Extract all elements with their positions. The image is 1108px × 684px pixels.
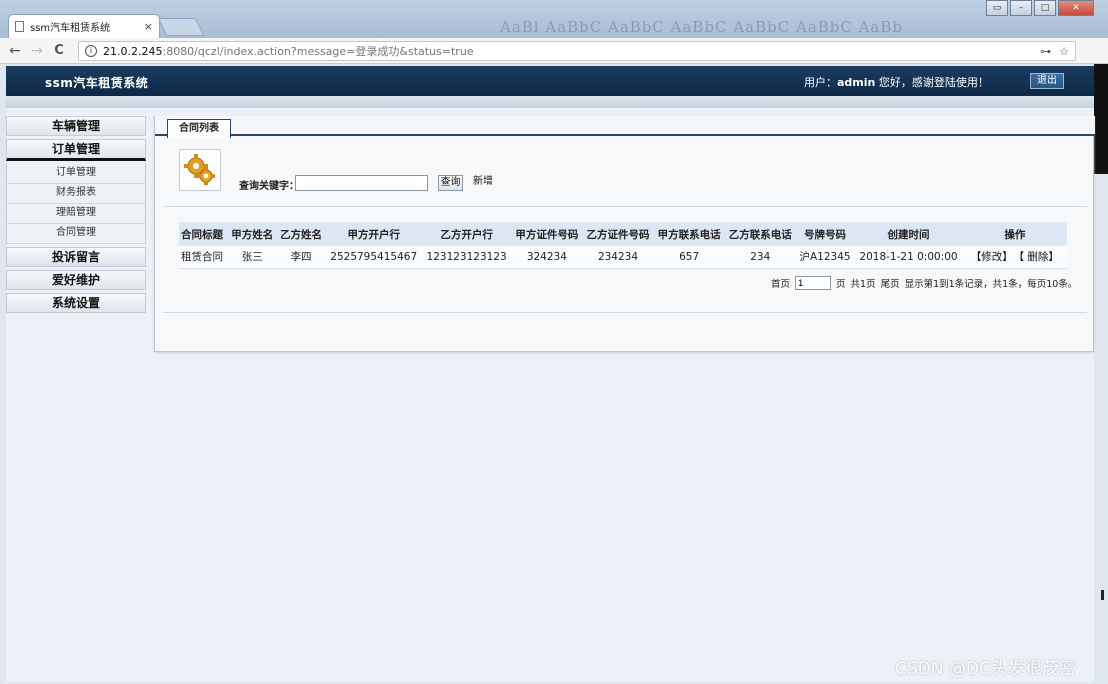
col-party-b-id: 乙方证件号码 (582, 222, 654, 246)
edit-link[interactable]: 【修改】 (971, 251, 1013, 263)
submenu-order-management[interactable]: 订单管理 (7, 164, 145, 184)
table-row: 租赁合同 张三 李四 2525795415467 123123123123 32… (179, 246, 1067, 269)
back-button[interactable]: ← (6, 43, 24, 59)
scrollbar-thumb[interactable] (1101, 590, 1104, 600)
panel-tabstrip: 合同列表 (155, 116, 1095, 138)
divider (163, 312, 1087, 313)
page-suffix: 页 (836, 279, 846, 290)
record-summary: 显示第1到1条记录，共1条，每页10条。 (904, 279, 1078, 290)
forward-button[interactable]: → (28, 43, 46, 59)
key-icon[interactable]: ⊶ (1040, 45, 1051, 58)
reload-button[interactable]: C (50, 43, 68, 58)
col-contract-title: 合同标题 (179, 222, 228, 246)
add-button[interactable]: 新增 (472, 175, 494, 191)
menu-system-settings[interactable]: 系统设置 (6, 293, 146, 313)
col-actions: 操作 (962, 222, 1067, 246)
contract-list-panel: 合同列表 查询关键字： 查询 新增 合同标题 甲方姓名 乙方姓名 甲方开户行 乙… (154, 116, 1095, 352)
menu-order-management[interactable]: 订单管理 (6, 139, 146, 161)
search-input[interactable] (295, 175, 428, 191)
cell-id-b: 234234 (582, 246, 654, 269)
col-party-b-phone: 乙方联系电话 (724, 222, 796, 246)
background-window-ribbon: AaBl AaBbC AaBbC AaBbC AaBbC AaBbC AaBb (500, 18, 903, 36)
tab-title: ssm汽车租赁系统 (30, 23, 111, 34)
browser-tab[interactable]: ssm汽车租赁系统 × (8, 14, 160, 38)
url-path: :8080/qczl/index.action?message=登录成功&sta… (162, 45, 474, 58)
table-header-row: 合同标题 甲方姓名 乙方姓名 甲方开户行 乙方开户行 甲方证件号码 乙方证件号码… (179, 222, 1067, 246)
col-party-a-phone: 甲方联系电话 (653, 222, 725, 246)
welcome-text: 您好，感谢登陆使用！ (875, 76, 989, 89)
close-window-icon[interactable]: ✕ (1058, 0, 1094, 16)
col-party-a-name: 甲方姓名 (227, 222, 277, 246)
cell-created: 2018-1-21 0:00:00 (854, 246, 963, 269)
settings-gear-icon (179, 149, 221, 191)
restore-icon[interactable]: ▭ (986, 0, 1008, 16)
cell-phone-a: 657 (653, 246, 725, 269)
col-party-b-name: 乙方姓名 (276, 222, 326, 246)
header-strip (6, 96, 1094, 108)
submenu-financial-report[interactable]: 财务报表 (7, 184, 145, 204)
close-tab-icon[interactable]: × (144, 20, 153, 33)
submenu-contract-management[interactable]: 合同管理 (7, 224, 145, 244)
search-label: 查询关键字： (239, 181, 299, 192)
info-icon[interactable]: i (85, 45, 97, 57)
col-created-time: 创建时间 (854, 222, 963, 246)
menu-hobby-maintenance[interactable]: 爱好维护 (6, 270, 146, 290)
page-icon (15, 21, 24, 32)
pagination: 首页 页 共1页 尾页 显示第1到1条记录，共1条，每页10条。 (771, 276, 1077, 290)
minimize-icon[interactable]: – (1010, 0, 1032, 16)
menu-vehicle-management[interactable]: 车辆管理 (6, 116, 146, 136)
window-edge (1094, 64, 1108, 174)
divider (163, 206, 1087, 207)
tab-contract-list[interactable]: 合同列表 (167, 119, 231, 138)
cell-plate: 沪A12345 (795, 246, 855, 269)
address-bar-row: ← → C i 21.0.2.245 :8080/qczl/index.acti… (0, 38, 1108, 94)
cell-title: 租赁合同 (179, 246, 228, 269)
cell-party-b: 李四 (276, 246, 326, 269)
logout-button[interactable]: 退出 (1030, 73, 1064, 89)
username: admin (837, 76, 876, 89)
col-plate-number: 号牌号码 (795, 222, 855, 246)
page-number-input[interactable] (795, 276, 832, 290)
star-icon[interactable]: ☆ (1059, 45, 1069, 58)
system-title: ssm汽车租赁系统 (45, 76, 149, 90)
new-tab-button[interactable] (157, 18, 205, 36)
cell-actions: 【修改】【 删除】 (962, 246, 1067, 269)
submenu-claims-management[interactable]: 理赔管理 (7, 204, 145, 224)
first-page-link[interactable]: 首页 (771, 276, 790, 290)
cell-bank-a: 2525795415467 (325, 246, 422, 269)
cell-party-a: 张三 (227, 246, 277, 269)
user-greeting: 用户：admin 您好，感谢登陆使用！ (804, 74, 989, 90)
url-host: 21.0.2.245 (103, 44, 163, 58)
order-submenu: 订单管理 财务报表 理赔管理 合同管理 (6, 164, 146, 244)
browser-titlebar: AaBl AaBbC AaBbC AaBbC AaBbC AaBbC AaBb … (0, 0, 1108, 38)
sidebar: 车辆管理 订单管理 订单管理 财务报表 理赔管理 合同管理 投诉留言 爱好维护 … (6, 116, 146, 316)
window-controls: ▭ – □ ✕ (986, 0, 1094, 16)
cell-bank-b: 123123123123 (421, 246, 512, 269)
col-party-a-bank: 甲方开户行 (325, 222, 422, 246)
url-field[interactable]: i 21.0.2.245 :8080/qczl/index.action?mes… (78, 41, 1076, 61)
col-party-b-bank: 乙方开户行 (421, 222, 512, 246)
last-page-link[interactable]: 尾页 (881, 276, 900, 290)
delete-link[interactable]: 【 删除】 (1019, 251, 1059, 263)
cell-phone-b: 234 (724, 246, 796, 269)
total-pages: 共1页 (850, 279, 876, 290)
search-button[interactable]: 查询 (438, 175, 463, 191)
app-header: ssm汽车租赁系统 用户：admin 您好，感谢登陆使用！ 退出 (6, 66, 1094, 96)
user-prefix: 用户： (804, 76, 837, 89)
col-party-a-id: 甲方证件号码 (511, 222, 583, 246)
cell-id-a: 324234 (511, 246, 583, 269)
watermark: CSDN @DC头发很茂密 (895, 659, 1076, 679)
menu-complaints[interactable]: 投诉留言 (6, 247, 146, 267)
maximize-icon[interactable]: □ (1034, 0, 1056, 16)
contract-table: 合同标题 甲方姓名 乙方姓名 甲方开户行 乙方开户行 甲方证件号码 乙方证件号码… (179, 222, 1067, 269)
